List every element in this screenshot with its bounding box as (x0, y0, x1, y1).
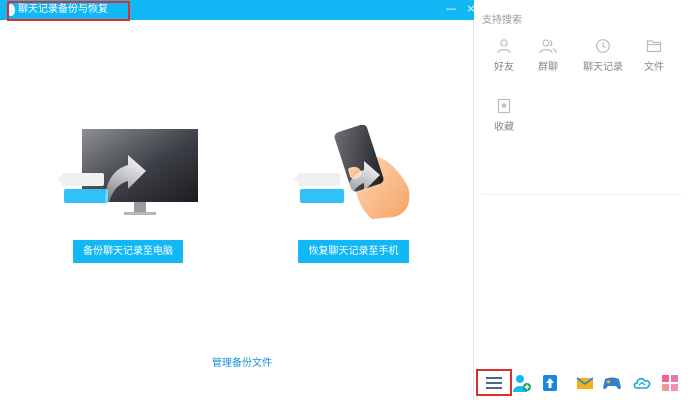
group-icon (539, 39, 557, 54)
add-contact-icon[interactable] (512, 373, 532, 393)
search-category-groups[interactable]: 群聊 (526, 38, 570, 73)
game-icon[interactable] (602, 373, 622, 393)
mail-icon[interactable] (575, 373, 595, 393)
category-label: 文件 (644, 62, 664, 73)
search-category-chat-history[interactable]: 聊天记录 (578, 38, 628, 73)
search-category-files[interactable]: 文件 (632, 38, 676, 73)
category-label: 群聊 (538, 62, 558, 73)
manage-backup-files-link[interactable]: 管理备份文件 (205, 354, 279, 369)
category-label: 好友 (494, 62, 514, 73)
search-category-friends[interactable]: 好友 (482, 38, 526, 73)
backup-restore-dialog: 聊天记录备份与恢复 — × 备份聊天记录至电脑 恢复聊天记录至手机 管理备份文件 (0, 0, 476, 400)
search-panel: 支持搜索 好友 群聊 聊天记录 文件 收藏 (474, 0, 690, 400)
folder-icon (646, 40, 662, 53)
phone-illustration (293, 125, 410, 219)
title-highlight-box (7, 1, 130, 21)
bookmark-icon (497, 98, 511, 114)
upload-icon[interactable] (540, 373, 560, 393)
backup-to-pc-button[interactable]: 备份聊天记录至电脑 (73, 240, 183, 263)
clock-icon (596, 39, 610, 53)
search-category-favorites[interactable]: 收藏 (482, 98, 526, 133)
bottom-toolbar (474, 366, 690, 400)
panel-divider (482, 194, 682, 195)
cloud-icon[interactable] (632, 373, 652, 393)
category-label: 收藏 (494, 122, 514, 133)
panel-title: 支持搜索 (482, 15, 522, 26)
menu-highlight-box (476, 369, 512, 396)
minimize-button[interactable]: — (443, 1, 459, 17)
monitor-illustration (57, 129, 198, 217)
restore-to-phone-button[interactable]: 恢复聊天记录至手机 (298, 240, 409, 263)
apps-grid-icon[interactable] (660, 373, 680, 393)
person-icon (497, 39, 511, 54)
category-label: 聊天记录 (583, 62, 623, 73)
